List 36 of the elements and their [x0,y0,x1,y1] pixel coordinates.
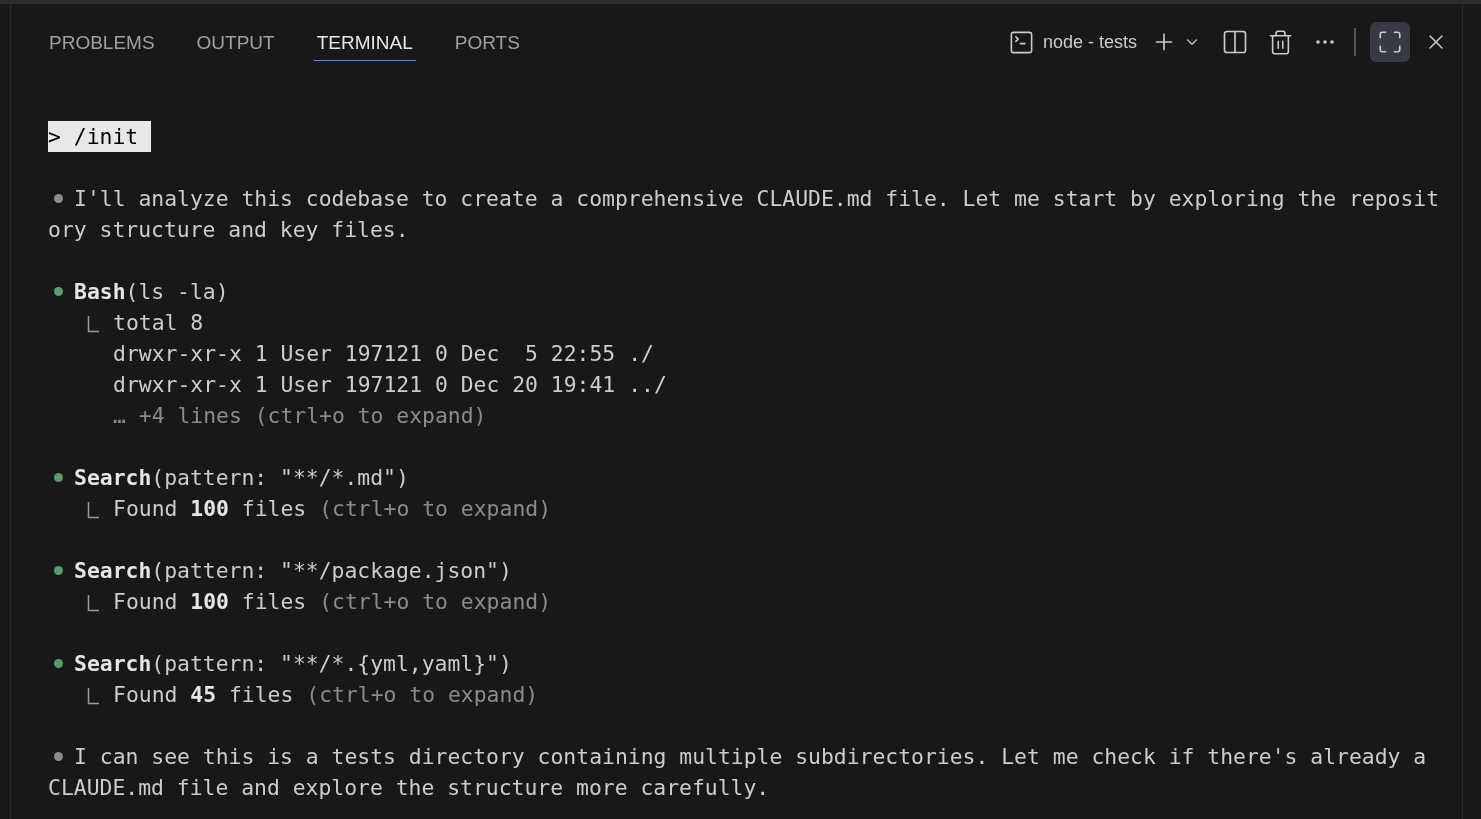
split-button[interactable] [1221,28,1249,56]
branch-icon [87,688,99,705]
message-text: I'll analyze this codebase to create a comprehensive CLAUDE.md file. Let me start by exploring the reposit [74,185,1440,213]
more-icon [1316,40,1334,44]
panel-tab[interactable]: OUTPUT [193,23,278,61]
panel-tab[interactable]: PROBLEMS [46,23,158,61]
trash-icon [1267,28,1294,56]
command-prompt: > /init [48,121,152,152]
panel-tab[interactable]: TERMINAL [313,23,416,61]
split-icon [1221,28,1249,56]
branch-icon [87,316,99,333]
more-button[interactable] [1316,40,1334,44]
output-line: total 8 [113,309,204,337]
maximize-icon [1377,29,1403,55]
output-line: drwxr-xr-x 1 User 197121 0 Dec 20 19:41 ../ [113,371,667,399]
branch-icon [87,595,99,612]
tool-call: Search(pattern: "**/*.{yml,yaml}") [74,650,512,678]
message-text: I can see this is a tests directory containing multiple subdirectories. Let me check if there's already a [74,743,1427,771]
output-line: Found 100 files [113,495,307,523]
expand-hint: (ctrl+o to expand) [319,588,551,616]
expand-hint: (ctrl+o to expand) [306,681,539,709]
collapsed-lines: … +4 lines (ctrl+o to expand) [113,402,487,430]
panel-tab[interactable]: PORTS [451,23,523,61]
message-text: ory structure and key files. [48,216,409,244]
expand-hint: (ctrl+o to expand) [319,495,551,523]
branch-icon [87,502,99,519]
message-text: CLAUDE.md file and explore the structure more carefully. [48,774,770,802]
output-line: Found 100 files [113,588,307,616]
output-line: Found 45 files [113,681,294,709]
tool-call: Search(pattern: "**/package.json") [74,557,512,585]
tool-call: Search(pattern: "**/*.md") [74,464,409,492]
output-line: drwxr-xr-x 1 User 197121 0 Dec 5 22:55 ./ [113,340,654,368]
tool-call: Bash(ls -la) [74,278,229,306]
terminal-instance[interactable]: node - tests [1007,28,1137,56]
maximize-button[interactable] [1370,22,1410,62]
delete-button[interactable] [1267,28,1294,56]
